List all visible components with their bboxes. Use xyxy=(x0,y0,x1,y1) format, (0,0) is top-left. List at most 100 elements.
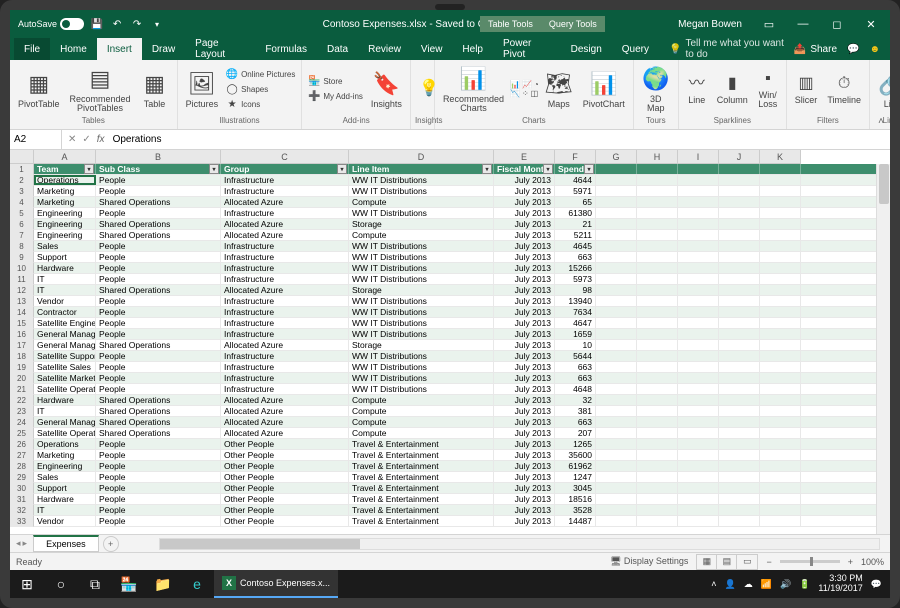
cell[interactable]: Infrastructure xyxy=(221,362,349,372)
cell[interactable] xyxy=(596,417,637,427)
cell[interactable] xyxy=(678,164,719,174)
cell[interactable]: July 2013 xyxy=(494,175,555,185)
horizontal-scrollbar[interactable] xyxy=(159,538,880,550)
ribbon-display-icon[interactable]: ▭ xyxy=(754,10,784,38)
cell[interactable]: July 2013 xyxy=(494,241,555,251)
display-settings-button[interactable]: 🖥 Display Settings xyxy=(610,556,688,567)
table-header[interactable]: Fiscal Month▾ xyxy=(494,164,555,174)
cell[interactable] xyxy=(637,472,678,482)
cell[interactable] xyxy=(637,428,678,438)
qat-customize-icon[interactable]: ▾ xyxy=(150,17,164,31)
page-break-view-icon[interactable]: ▭ xyxy=(737,555,757,569)
slicer-button[interactable]: ▥Slicer xyxy=(791,72,822,107)
tab-review[interactable]: Review xyxy=(358,38,411,60)
cell[interactable]: July 2013 xyxy=(494,472,555,482)
edge-icon[interactable]: e xyxy=(180,570,214,598)
cell[interactable] xyxy=(678,351,719,361)
cell[interactable] xyxy=(596,395,637,405)
cell[interactable]: Infrastructure xyxy=(221,329,349,339)
cell[interactable]: Travel & Entertainment xyxy=(349,483,494,493)
cell[interactable]: 1659 xyxy=(555,329,596,339)
cell[interactable] xyxy=(596,472,637,482)
cell[interactable]: Travel & Entertainment xyxy=(349,494,494,504)
pie-chart-icon[interactable]: ◔ xyxy=(534,80,539,89)
row-header[interactable]: 15 xyxy=(10,318,34,329)
cell[interactable] xyxy=(596,439,637,449)
cell[interactable] xyxy=(596,241,637,251)
cell[interactable]: 4648 xyxy=(555,384,596,394)
row-header[interactable]: 30 xyxy=(10,483,34,494)
cell[interactable]: Engineering xyxy=(34,461,96,471)
cell[interactable]: 21 xyxy=(555,219,596,229)
cell[interactable]: WW IT Distributions xyxy=(349,296,494,306)
cell[interactable] xyxy=(760,329,801,339)
cell[interactable]: People xyxy=(96,351,221,361)
pictures-button[interactable]: 🖼Pictures xyxy=(182,68,223,111)
column-header-G[interactable]: G xyxy=(596,150,637,164)
pivotchart-button[interactable]: 📊PivotChart xyxy=(579,68,629,111)
row-header[interactable]: 25 xyxy=(10,428,34,439)
share-button[interactable]: 📤 Share xyxy=(794,44,837,55)
cell[interactable]: Sales xyxy=(34,241,96,251)
cell[interactable]: 10 xyxy=(555,340,596,350)
cell[interactable]: People xyxy=(96,274,221,284)
cell[interactable]: July 2013 xyxy=(494,516,555,526)
row-header[interactable]: 20 xyxy=(10,373,34,384)
column-header-I[interactable]: I xyxy=(678,150,719,164)
cell[interactable]: People xyxy=(96,208,221,218)
cell[interactable] xyxy=(719,318,760,328)
cell[interactable]: WW IT Distributions xyxy=(349,329,494,339)
start-button[interactable]: ⊞ xyxy=(10,570,44,598)
cell[interactable]: General Management xyxy=(34,340,96,350)
cell[interactable] xyxy=(637,175,678,185)
cell[interactable] xyxy=(760,285,801,295)
cell[interactable] xyxy=(760,296,801,306)
cell[interactable]: Engineering xyxy=(34,230,96,240)
select-all-corner[interactable] xyxy=(10,150,34,164)
tab-help[interactable]: Help xyxy=(452,38,493,60)
cell[interactable] xyxy=(719,362,760,372)
cell[interactable] xyxy=(596,494,637,504)
cell[interactable]: 13940 xyxy=(555,296,596,306)
line-chart-icon[interactable]: 📈 xyxy=(522,80,532,89)
cell[interactable]: Travel & Entertainment xyxy=(349,472,494,482)
cell[interactable] xyxy=(596,428,637,438)
cell[interactable] xyxy=(719,483,760,493)
cell[interactable]: People xyxy=(96,483,221,493)
cell[interactable]: 61380 xyxy=(555,208,596,218)
cell[interactable]: Operations xyxy=(34,439,96,449)
cell[interactable]: Hardware xyxy=(34,494,96,504)
cell[interactable] xyxy=(637,208,678,218)
sheet-tab-expenses[interactable]: Expenses xyxy=(33,535,99,552)
cell[interactable] xyxy=(637,164,678,174)
cell[interactable]: Other People xyxy=(221,483,349,493)
cell[interactable]: July 2013 xyxy=(494,439,555,449)
row-header[interactable]: 6 xyxy=(10,219,34,230)
cell[interactable] xyxy=(637,516,678,526)
filter-dropdown-icon[interactable]: ▾ xyxy=(337,164,347,174)
cell[interactable]: Other People xyxy=(221,439,349,449)
cell[interactable]: Shared Operations xyxy=(96,395,221,405)
cell[interactable]: 35600 xyxy=(555,450,596,460)
cell[interactable]: Hardware xyxy=(34,395,96,405)
table-header[interactable]: Line Item▾ xyxy=(349,164,494,174)
row-header[interactable]: 8 xyxy=(10,241,34,252)
cell[interactable]: Infrastructure xyxy=(221,263,349,273)
cell[interactable] xyxy=(637,351,678,361)
cell[interactable] xyxy=(760,483,801,493)
cell[interactable]: People xyxy=(96,175,221,185)
cell[interactable] xyxy=(637,450,678,460)
cell[interactable]: July 2013 xyxy=(494,197,555,207)
cell[interactable]: July 2013 xyxy=(494,373,555,383)
pivottable-button[interactable]: ▦PivotTable xyxy=(14,68,64,111)
cell[interactable] xyxy=(637,307,678,317)
cell[interactable] xyxy=(637,186,678,196)
cell[interactable]: 7634 xyxy=(555,307,596,317)
cell[interactable] xyxy=(760,505,801,515)
online-pictures-button[interactable]: 🌐Online Pictures xyxy=(224,67,297,81)
task-view-icon[interactable]: ⧉ xyxy=(78,570,112,598)
cell[interactable]: Engineering xyxy=(34,208,96,218)
cell[interactable] xyxy=(719,252,760,262)
cell[interactable] xyxy=(637,373,678,383)
cell[interactable] xyxy=(678,384,719,394)
